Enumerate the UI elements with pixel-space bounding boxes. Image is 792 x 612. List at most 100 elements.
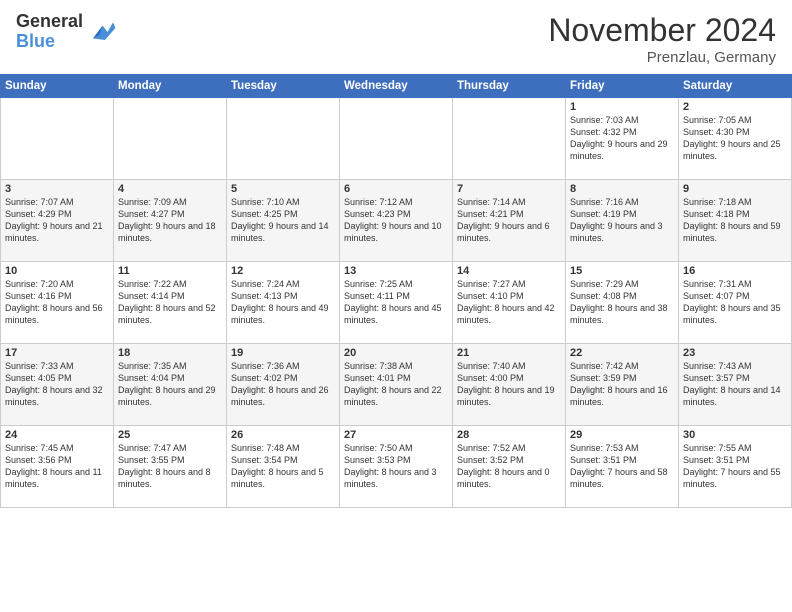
weekday-header-sunday: Sunday bbox=[1, 75, 114, 98]
calendar-cell: 2Sunrise: 7:05 AM Sunset: 4:30 PM Daylig… bbox=[679, 98, 792, 180]
calendar-cell: 8Sunrise: 7:16 AM Sunset: 4:19 PM Daylig… bbox=[566, 180, 679, 262]
calendar-cell: 6Sunrise: 7:12 AM Sunset: 4:23 PM Daylig… bbox=[340, 180, 453, 262]
day-info: Sunrise: 7:35 AM Sunset: 4:04 PM Dayligh… bbox=[118, 360, 222, 409]
calendar-cell: 14Sunrise: 7:27 AM Sunset: 4:10 PM Dayli… bbox=[453, 262, 566, 344]
calendar-cell: 25Sunrise: 7:47 AM Sunset: 3:55 PM Dayli… bbox=[114, 426, 227, 508]
calendar-cell: 5Sunrise: 7:10 AM Sunset: 4:25 PM Daylig… bbox=[227, 180, 340, 262]
calendar-cell: 17Sunrise: 7:33 AM Sunset: 4:05 PM Dayli… bbox=[1, 344, 114, 426]
day-info: Sunrise: 7:48 AM Sunset: 3:54 PM Dayligh… bbox=[231, 442, 335, 491]
weekday-header-wednesday: Wednesday bbox=[340, 75, 453, 98]
day-info: Sunrise: 7:36 AM Sunset: 4:02 PM Dayligh… bbox=[231, 360, 335, 409]
day-info: Sunrise: 7:45 AM Sunset: 3:56 PM Dayligh… bbox=[5, 442, 109, 491]
day-info: Sunrise: 7:16 AM Sunset: 4:19 PM Dayligh… bbox=[570, 196, 674, 245]
calendar-cell: 19Sunrise: 7:36 AM Sunset: 4:02 PM Dayli… bbox=[227, 344, 340, 426]
calendar-body: 1Sunrise: 7:03 AM Sunset: 4:32 PM Daylig… bbox=[1, 98, 792, 508]
location: Prenzlau, Germany bbox=[548, 49, 776, 66]
logo-blue: Blue bbox=[16, 32, 83, 52]
weekday-header-friday: Friday bbox=[566, 75, 679, 98]
day-info: Sunrise: 7:29 AM Sunset: 4:08 PM Dayligh… bbox=[570, 278, 674, 327]
day-number: 8 bbox=[570, 183, 674, 195]
day-number: 12 bbox=[231, 265, 335, 277]
day-info: Sunrise: 7:12 AM Sunset: 4:23 PM Dayligh… bbox=[344, 196, 448, 245]
day-number: 24 bbox=[5, 429, 109, 441]
calendar-cell: 23Sunrise: 7:43 AM Sunset: 3:57 PM Dayli… bbox=[679, 344, 792, 426]
day-number: 30 bbox=[683, 429, 787, 441]
day-number: 5 bbox=[231, 183, 335, 195]
day-number: 1 bbox=[570, 101, 674, 113]
calendar-cell bbox=[227, 98, 340, 180]
weekday-header-tuesday: Tuesday bbox=[227, 75, 340, 98]
day-info: Sunrise: 7:05 AM Sunset: 4:30 PM Dayligh… bbox=[683, 114, 787, 163]
day-info: Sunrise: 7:18 AM Sunset: 4:18 PM Dayligh… bbox=[683, 196, 787, 245]
day-info: Sunrise: 7:53 AM Sunset: 3:51 PM Dayligh… bbox=[570, 442, 674, 491]
day-number: 11 bbox=[118, 265, 222, 277]
calendar-cell: 12Sunrise: 7:24 AM Sunset: 4:13 PM Dayli… bbox=[227, 262, 340, 344]
day-info: Sunrise: 7:47 AM Sunset: 3:55 PM Dayligh… bbox=[118, 442, 222, 491]
day-info: Sunrise: 7:22 AM Sunset: 4:14 PM Dayligh… bbox=[118, 278, 222, 327]
calendar-cell: 16Sunrise: 7:31 AM Sunset: 4:07 PM Dayli… bbox=[679, 262, 792, 344]
calendar-cell: 29Sunrise: 7:53 AM Sunset: 3:51 PM Dayli… bbox=[566, 426, 679, 508]
day-number: 6 bbox=[344, 183, 448, 195]
day-number: 18 bbox=[118, 347, 222, 359]
logo-text: General Blue bbox=[16, 12, 83, 52]
weekday-header-monday: Monday bbox=[114, 75, 227, 98]
calendar-cell: 21Sunrise: 7:40 AM Sunset: 4:00 PM Dayli… bbox=[453, 344, 566, 426]
calendar-header: SundayMondayTuesdayWednesdayThursdayFrid… bbox=[1, 75, 792, 98]
calendar-cell: 15Sunrise: 7:29 AM Sunset: 4:08 PM Dayli… bbox=[566, 262, 679, 344]
day-number: 28 bbox=[457, 429, 561, 441]
calendar-table: SundayMondayTuesdayWednesdayThursdayFrid… bbox=[0, 74, 792, 508]
day-info: Sunrise: 7:40 AM Sunset: 4:00 PM Dayligh… bbox=[457, 360, 561, 409]
day-number: 17 bbox=[5, 347, 109, 359]
day-number: 27 bbox=[344, 429, 448, 441]
day-info: Sunrise: 7:20 AM Sunset: 4:16 PM Dayligh… bbox=[5, 278, 109, 327]
day-info: Sunrise: 7:10 AM Sunset: 4:25 PM Dayligh… bbox=[231, 196, 335, 245]
day-info: Sunrise: 7:42 AM Sunset: 3:59 PM Dayligh… bbox=[570, 360, 674, 409]
day-number: 20 bbox=[344, 347, 448, 359]
calendar-cell: 28Sunrise: 7:52 AM Sunset: 3:52 PM Dayli… bbox=[453, 426, 566, 508]
day-number: 19 bbox=[231, 347, 335, 359]
day-number: 7 bbox=[457, 183, 561, 195]
day-info: Sunrise: 7:50 AM Sunset: 3:53 PM Dayligh… bbox=[344, 442, 448, 491]
day-info: Sunrise: 7:25 AM Sunset: 4:11 PM Dayligh… bbox=[344, 278, 448, 327]
logo-bird-icon bbox=[85, 16, 117, 48]
day-info: Sunrise: 7:07 AM Sunset: 4:29 PM Dayligh… bbox=[5, 196, 109, 245]
calendar-cell: 18Sunrise: 7:35 AM Sunset: 4:04 PM Dayli… bbox=[114, 344, 227, 426]
calendar-cell: 26Sunrise: 7:48 AM Sunset: 3:54 PM Dayli… bbox=[227, 426, 340, 508]
calendar-cell: 27Sunrise: 7:50 AM Sunset: 3:53 PM Dayli… bbox=[340, 426, 453, 508]
calendar-cell: 24Sunrise: 7:45 AM Sunset: 3:56 PM Dayli… bbox=[1, 426, 114, 508]
day-info: Sunrise: 7:09 AM Sunset: 4:27 PM Dayligh… bbox=[118, 196, 222, 245]
day-number: 23 bbox=[683, 347, 787, 359]
day-info: Sunrise: 7:52 AM Sunset: 3:52 PM Dayligh… bbox=[457, 442, 561, 491]
calendar-cell: 3Sunrise: 7:07 AM Sunset: 4:29 PM Daylig… bbox=[1, 180, 114, 262]
page-header: General Blue November 2024 Prenzlau, Ger… bbox=[0, 0, 792, 74]
day-number: 25 bbox=[118, 429, 222, 441]
day-number: 10 bbox=[5, 265, 109, 277]
calendar-cell: 9Sunrise: 7:18 AM Sunset: 4:18 PM Daylig… bbox=[679, 180, 792, 262]
day-number: 22 bbox=[570, 347, 674, 359]
day-number: 3 bbox=[5, 183, 109, 195]
day-number: 9 bbox=[683, 183, 787, 195]
calendar-cell: 4Sunrise: 7:09 AM Sunset: 4:27 PM Daylig… bbox=[114, 180, 227, 262]
calendar-cell: 13Sunrise: 7:25 AM Sunset: 4:11 PM Dayli… bbox=[340, 262, 453, 344]
calendar-cell: 1Sunrise: 7:03 AM Sunset: 4:32 PM Daylig… bbox=[566, 98, 679, 180]
day-number: 4 bbox=[118, 183, 222, 195]
day-info: Sunrise: 7:14 AM Sunset: 4:21 PM Dayligh… bbox=[457, 196, 561, 245]
calendar-cell bbox=[1, 98, 114, 180]
calendar-cell: 20Sunrise: 7:38 AM Sunset: 4:01 PM Dayli… bbox=[340, 344, 453, 426]
weekday-header-saturday: Saturday bbox=[679, 75, 792, 98]
day-info: Sunrise: 7:55 AM Sunset: 3:51 PM Dayligh… bbox=[683, 442, 787, 491]
logo: General Blue bbox=[16, 12, 117, 52]
day-info: Sunrise: 7:24 AM Sunset: 4:13 PM Dayligh… bbox=[231, 278, 335, 327]
day-info: Sunrise: 7:38 AM Sunset: 4:01 PM Dayligh… bbox=[344, 360, 448, 409]
calendar-cell: 10Sunrise: 7:20 AM Sunset: 4:16 PM Dayli… bbox=[1, 262, 114, 344]
day-number: 2 bbox=[683, 101, 787, 113]
day-info: Sunrise: 7:31 AM Sunset: 4:07 PM Dayligh… bbox=[683, 278, 787, 327]
day-number: 15 bbox=[570, 265, 674, 277]
calendar-cell bbox=[114, 98, 227, 180]
day-info: Sunrise: 7:43 AM Sunset: 3:57 PM Dayligh… bbox=[683, 360, 787, 409]
day-number: 21 bbox=[457, 347, 561, 359]
day-number: 26 bbox=[231, 429, 335, 441]
calendar-cell: 7Sunrise: 7:14 AM Sunset: 4:21 PM Daylig… bbox=[453, 180, 566, 262]
logo-general: General bbox=[16, 12, 83, 32]
day-number: 29 bbox=[570, 429, 674, 441]
